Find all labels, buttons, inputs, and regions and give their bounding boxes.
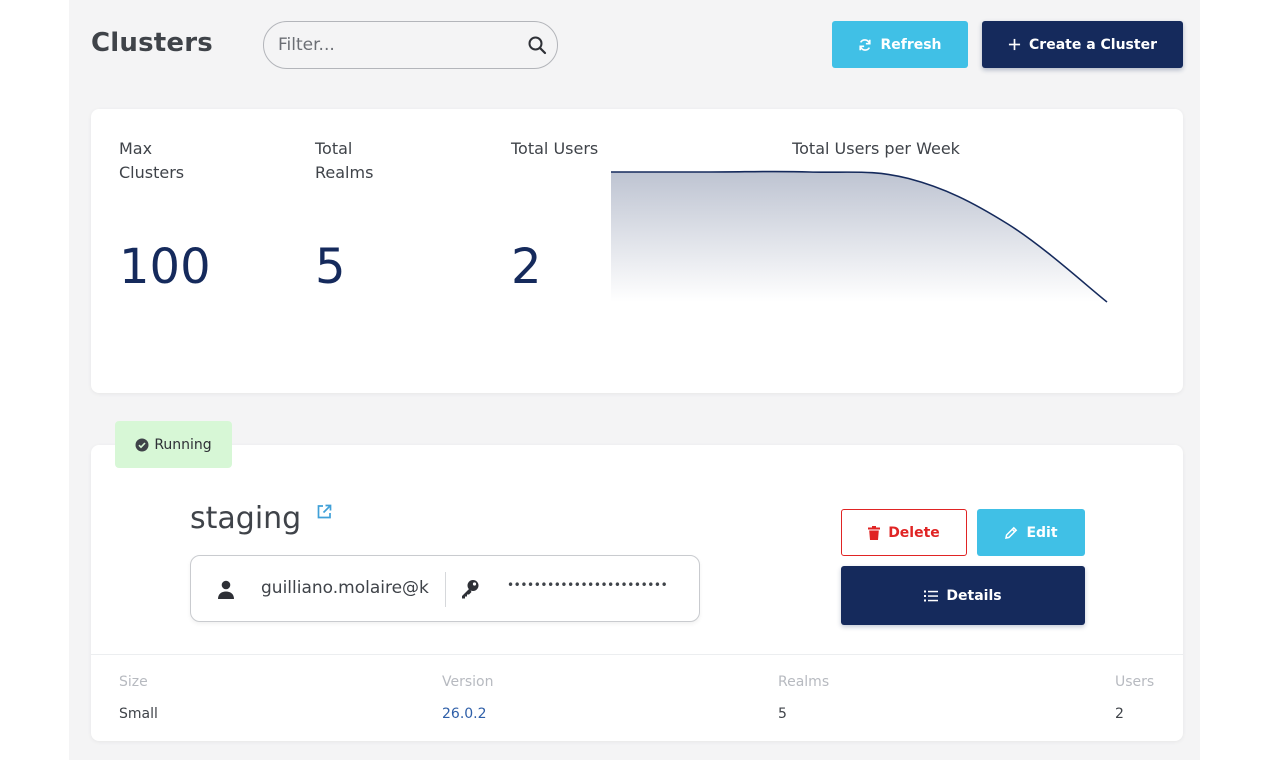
stat-label: Total Realms: [315, 139, 374, 182]
edit-label: Edit: [1026, 524, 1058, 541]
stat-value: 5: [315, 239, 346, 295]
cluster-card: staging guilliano.molaire@k ••••••••••••…: [91, 445, 1183, 741]
info-label: Size: [119, 674, 148, 690]
info-label: Realms: [778, 674, 830, 690]
stat-total-users: Total Users 2: [511, 137, 611, 295]
chart-title: Total Users per Week: [792, 139, 960, 158]
users-per-week-chart: [611, 170, 1108, 303]
create-cluster-button[interactable]: Create a Cluster: [982, 21, 1183, 68]
cluster-name: staging: [190, 501, 302, 536]
pencil-icon: [1005, 526, 1018, 539]
version-link[interactable]: 26.0.2: [442, 706, 493, 722]
key-icon: [462, 580, 479, 599]
chart-area: [611, 171, 1107, 302]
create-cluster-label: Create a Cluster: [1029, 36, 1157, 53]
password-field[interactable]: ••••••••••••••••••••••••: [507, 578, 677, 592]
user-icon: [218, 580, 234, 599]
refresh-icon: [859, 38, 872, 51]
page-title: Clusters: [91, 28, 213, 58]
info-label: Users: [1115, 674, 1155, 690]
stat-label: Max Clusters: [119, 139, 185, 182]
info-version: Version 26.0.2: [442, 674, 493, 722]
delete-label: Delete: [888, 524, 940, 541]
credentials-box: guilliano.molaire@k ••••••••••••••••••••…: [190, 555, 700, 622]
username-field[interactable]: guilliano.molaire@k: [261, 578, 433, 598]
refresh-label: Refresh: [880, 36, 942, 53]
trash-icon: [868, 525, 881, 540]
external-link-icon[interactable]: [315, 503, 333, 521]
info-users: Users 2: [1115, 674, 1154, 722]
search-icon[interactable]: [527, 35, 547, 55]
details-button[interactable]: Details: [841, 566, 1085, 625]
divider: [445, 572, 446, 607]
status-label: Running: [154, 436, 212, 453]
info-value: 5: [778, 706, 787, 722]
card-divider: [91, 654, 1183, 655]
page: Clusters Refresh Create a Cluster Max Cl…: [69, 0, 1200, 760]
info-value: Small: [119, 706, 158, 722]
list-icon: [924, 590, 939, 601]
stat-value: 100: [119, 239, 211, 295]
status-badge: Running: [115, 421, 232, 468]
check-circle-icon: [135, 438, 149, 451]
info-value: 2: [1115, 706, 1124, 722]
stat-label: Total Users: [511, 139, 599, 158]
info-size: Size Small: [119, 674, 158, 722]
info-realms: Realms 5: [778, 674, 829, 722]
refresh-button[interactable]: Refresh: [832, 21, 968, 68]
stat-value: 2: [511, 239, 542, 295]
delete-button[interactable]: Delete: [841, 509, 967, 556]
filter-box[interactable]: [263, 21, 558, 69]
info-label: Version: [442, 674, 494, 690]
filter-input[interactable]: [278, 32, 518, 58]
details-label: Details: [946, 587, 1002, 604]
stat-total-realms: Total Realms 5: [315, 137, 415, 295]
stat-max-clusters: Max Clusters 100: [119, 137, 219, 295]
stats-card: Max Clusters 100 Total Realms 5 Total Us…: [91, 109, 1183, 393]
plus-icon: [1008, 38, 1021, 51]
edit-button[interactable]: Edit: [977, 509, 1085, 556]
